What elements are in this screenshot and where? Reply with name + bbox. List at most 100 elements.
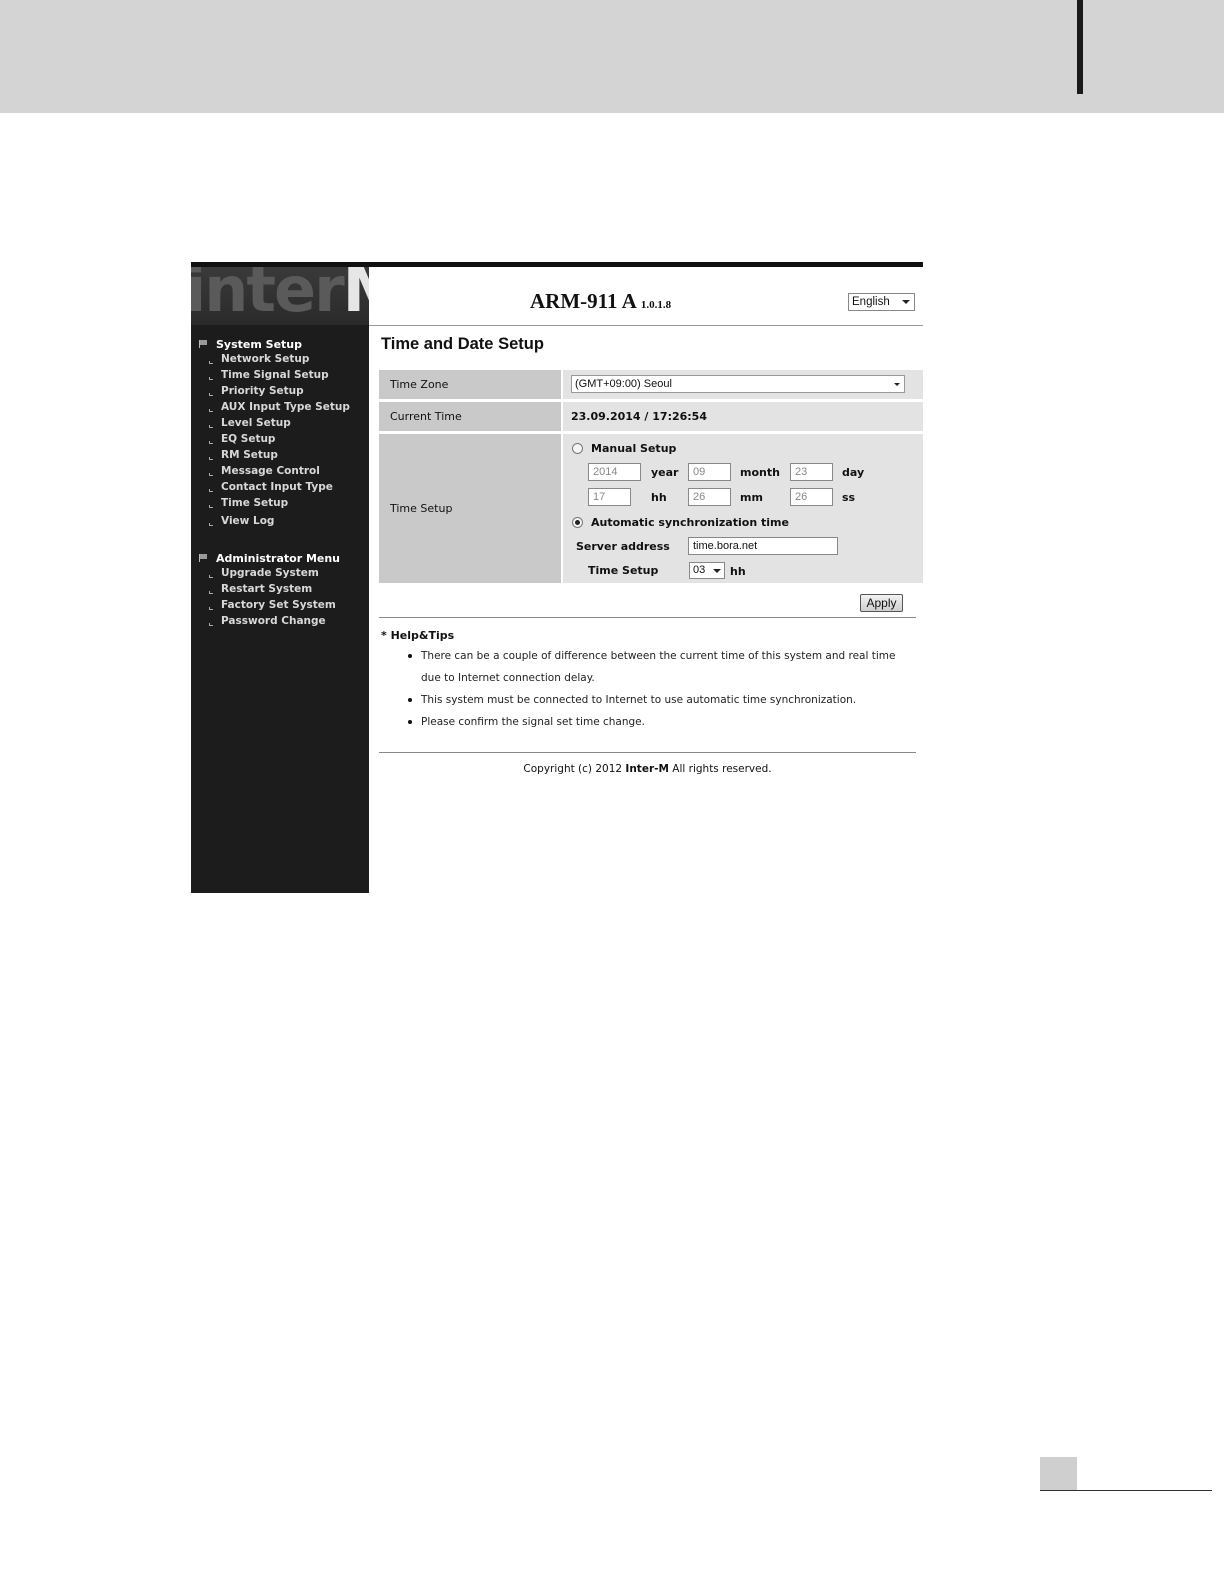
- list-item: This system must be connected to Interne…: [408, 689, 906, 711]
- sidebar-item-eq-setup[interactable]: EQ Setup: [191, 431, 369, 447]
- sidebar-item-label: Contact Input Type: [221, 481, 333, 493]
- page-number-box: [1040, 1457, 1077, 1490]
- logo-wordmark-accent: M: [343, 267, 369, 325]
- bullet-icon: [209, 392, 213, 396]
- system-setup-menu: System Setup Network Setup Time Signal S…: [191, 337, 369, 529]
- time-setup-label: Time Setup: [379, 434, 561, 583]
- administrator-menu-heading[interactable]: Administrator Menu: [191, 551, 369, 565]
- apply-button[interactable]: Apply: [860, 594, 903, 612]
- minute-input[interactable]: 26: [688, 488, 731, 506]
- help-title: * Help&Tips: [381, 629, 455, 642]
- sidebar-item-label: Network Setup: [221, 353, 310, 365]
- sidebar-item-view-log[interactable]: View Log: [191, 513, 369, 529]
- sidebar-item-time-setup[interactable]: Time Setup: [191, 495, 369, 511]
- sidebar-item-aux-input-type-setup[interactable]: AUX Input Type Setup: [191, 399, 369, 415]
- current-time-value: 23.09.2014 / 17:26:54: [571, 410, 707, 423]
- current-time-row: Current Time 23.09.2014 / 17:26:54: [379, 402, 923, 431]
- footer-divider: [379, 752, 916, 753]
- manual-setup-label: Manual Setup: [591, 442, 677, 455]
- sidebar: interM System Setup Network Setup Time S…: [191, 267, 369, 893]
- sidebar-item-contact-input-type[interactable]: Contact Input Type: [191, 479, 369, 495]
- time-zone-row: Time Zone (GMT+09:00) Seoul: [379, 370, 923, 399]
- time-setup-cell: Manual Setup 2014 year 09 month 23 day 1…: [563, 434, 923, 583]
- time-zone-label: Time Zone: [379, 370, 561, 399]
- sidebar-item-label: EQ Setup: [221, 433, 276, 445]
- month-input[interactable]: 09: [688, 463, 731, 481]
- copyright-prefix: Copyright (c) 2012: [523, 763, 623, 775]
- bullet-icon: [209, 606, 213, 610]
- system-setup-heading[interactable]: System Setup: [191, 337, 369, 351]
- sidebar-item-rm-setup[interactable]: RM Setup: [191, 447, 369, 463]
- sidebar-item-label: Time Signal Setup: [221, 369, 329, 381]
- day-unit: day: [842, 466, 865, 479]
- bullet-icon: [209, 574, 213, 578]
- main-content: ARM-911 A 1.0.1.8 English Time and Date …: [369, 267, 923, 893]
- sidebar-item-label: Priority Setup: [221, 385, 304, 397]
- sidebar-item-label: Factory Set System: [221, 599, 336, 611]
- sidebar-item-restart-system[interactable]: Restart System: [191, 581, 369, 597]
- bullet-icon: [209, 472, 213, 476]
- automatic-sync-radio[interactable]: [572, 517, 583, 528]
- list-item: There can be a couple of difference betw…: [408, 645, 906, 689]
- top-bar: ARM-911 A 1.0.1.8 English: [369, 267, 923, 326]
- day-input[interactable]: 23: [790, 463, 833, 481]
- sidebar-item-password-change[interactable]: Password Change: [191, 613, 369, 629]
- bullet-icon: [209, 376, 213, 380]
- sidebar-item-label: AUX Input Type Setup: [221, 401, 350, 413]
- sidebar-item-label: RM Setup: [221, 449, 278, 461]
- sidebar-item-factory-set-system[interactable]: Factory Set System: [191, 597, 369, 613]
- time-zone-select[interactable]: (GMT+09:00) Seoul: [571, 375, 905, 393]
- brand-logo: interM: [191, 267, 369, 325]
- manual-setup-radio[interactable]: [572, 443, 583, 454]
- sync-hour-select[interactable]: 03: [689, 562, 725, 579]
- language-value: English: [852, 296, 890, 308]
- sidebar-item-label: View Log: [221, 515, 275, 527]
- screenshot-frame: interM System Setup Network Setup Time S…: [191, 262, 923, 893]
- sidebar-item-label: Message Control: [221, 465, 320, 477]
- chevron-down-icon: [902, 300, 910, 304]
- sidebar-item-label: Upgrade System: [221, 567, 319, 579]
- time-setup-row: Time Setup Manual Setup 2014 year 09 mon…: [379, 434, 923, 583]
- sidebar-item-upgrade-system[interactable]: Upgrade System: [191, 565, 369, 581]
- sync-hour-value: 03: [693, 564, 706, 576]
- server-address-label: Server address: [576, 540, 670, 553]
- help-divider: [379, 617, 916, 618]
- chevron-down-icon: [713, 569, 721, 573]
- list-item: Please confirm the signal set time chang…: [408, 711, 906, 733]
- current-time-cell: 23.09.2014 / 17:26:54: [563, 402, 923, 431]
- sidebar-item-message-control[interactable]: Message Control: [191, 463, 369, 479]
- year-input[interactable]: 2014: [588, 463, 641, 481]
- sidebar-item-level-setup[interactable]: Level Setup: [191, 415, 369, 431]
- time-zone-value: (GMT+09:00) Seoul: [575, 378, 672, 390]
- month-unit: month: [740, 466, 780, 479]
- current-time-label: Current Time: [379, 402, 561, 431]
- copyright-suffix: All rights reserved.: [672, 763, 772, 775]
- year-unit: year: [651, 466, 679, 479]
- administrator-menu: Administrator Menu Upgrade System Restar…: [191, 551, 369, 629]
- bullet-icon: [209, 456, 213, 460]
- flag-icon: [199, 340, 208, 348]
- sync-time-setup-label: Time Setup: [588, 564, 659, 577]
- sidebar-item-time-signal-setup[interactable]: Time Signal Setup: [191, 367, 369, 383]
- sync-hour-unit: hh: [730, 565, 746, 578]
- sidebar-item-label: Level Setup: [221, 417, 291, 429]
- hour-input[interactable]: 17: [588, 488, 631, 506]
- system-setup-title: System Setup: [216, 337, 302, 351]
- language-select[interactable]: English: [848, 293, 915, 311]
- time-zone-cell: (GMT+09:00) Seoul: [563, 370, 923, 399]
- product-title: ARM-911 A 1.0.1.8: [530, 289, 671, 314]
- chevron-down-icon: [894, 383, 900, 386]
- flag-icon: [199, 554, 208, 562]
- document-header-band: [0, 0, 1224, 113]
- hour-unit: hh: [651, 491, 667, 504]
- sidebar-item-label: Password Change: [221, 615, 326, 627]
- bullet-icon: [209, 622, 213, 626]
- sidebar-item-network-setup[interactable]: Network Setup: [191, 351, 369, 367]
- second-input[interactable]: 26: [790, 488, 833, 506]
- bullet-icon: [209, 440, 213, 444]
- product-version: 1.0.1.8: [640, 299, 672, 311]
- server-address-input[interactable]: time.bora.net: [688, 537, 838, 555]
- sidebar-item-priority-setup[interactable]: Priority Setup: [191, 383, 369, 399]
- header-accent-bar: [1077, 0, 1083, 94]
- logo-wordmark: interM: [191, 267, 369, 325]
